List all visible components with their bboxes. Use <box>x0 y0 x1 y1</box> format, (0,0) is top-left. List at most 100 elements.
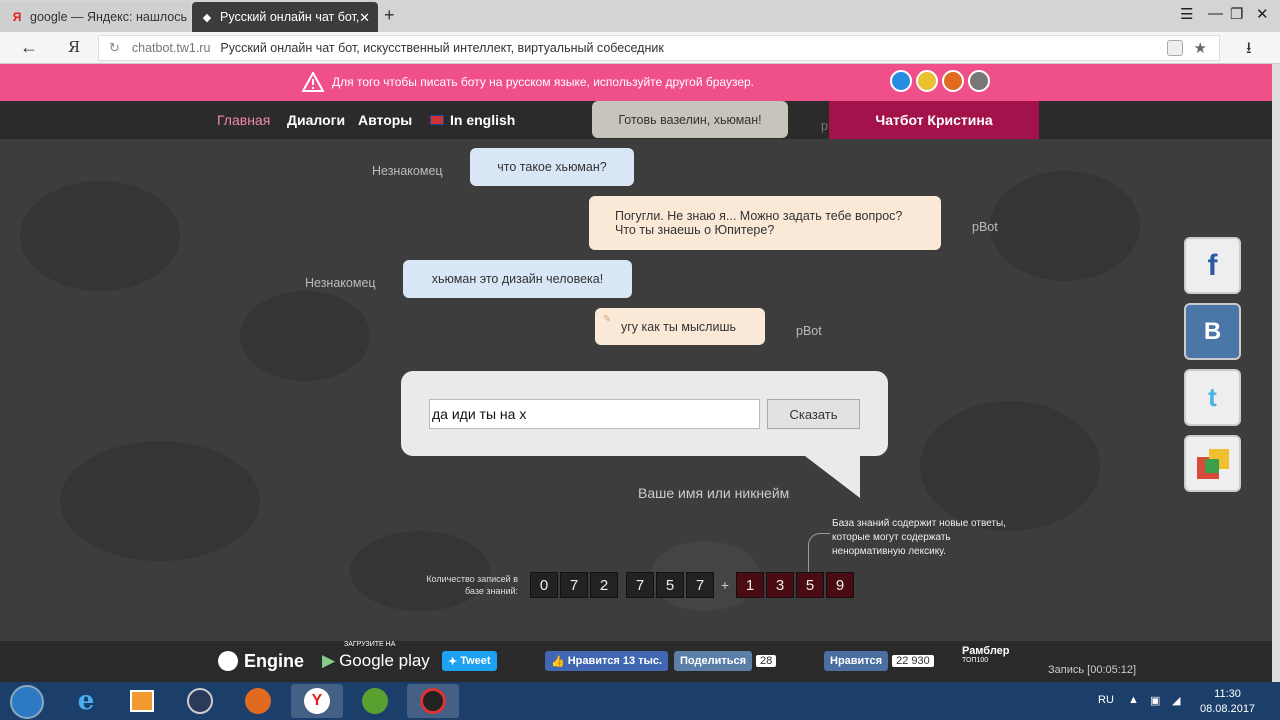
thumbs-up-icon: 👍 <box>551 655 565 668</box>
bot-top-bubble: Готовь вазелин, хьюман! <box>592 101 788 138</box>
vk-icon[interactable]: B <box>1184 303 1241 360</box>
browser-tab-bar: Я google — Яндекс: нашлось ◆ Русский онл… <box>0 0 1280 32</box>
safari-icon[interactable] <box>968 70 990 92</box>
engine-label: Engine <box>244 650 305 671</box>
firefox-icon[interactable] <box>942 70 964 92</box>
google-play-badge[interactable]: ▶ ЗАГРУЗИТЕ НА Google play <box>322 641 430 671</box>
tweet-label: Tweet <box>460 655 491 667</box>
clock-date: 08.08.2017 <box>1200 703 1256 715</box>
rate-icon[interactable]: ✎ <box>603 314 611 325</box>
minimize-icon[interactable]: — <box>1208 5 1223 22</box>
tweet-button[interactable]: ✦ Tweet <box>442 651 497 671</box>
ok-like-button[interactable]: Нравится <box>824 651 889 671</box>
language-indicator[interactable]: RU <box>1098 694 1114 706</box>
counter-digit: 7 <box>686 572 714 598</box>
recording-status: Запись [00:05:12] <box>1048 664 1137 676</box>
bot-message-bubble: ✎ угу как ты мыслишь <box>595 308 765 345</box>
nickname-label[interactable]: Ваше имя или никнейм <box>638 485 789 501</box>
user-message-bubble: что такое хьюман? <box>470 148 634 186</box>
menu-icon[interactable]: ☰ <box>1180 5 1193 23</box>
fb-like-button[interactable]: 👍 Нравится 13 тыс. <box>545 651 669 671</box>
message-author: pBot <box>796 324 822 338</box>
vk-share[interactable]: Поделиться 28 <box>674 651 777 671</box>
message-form: Сказать <box>401 371 888 456</box>
tab-yandex-search[interactable]: Я google — Яндекс: нашлось <box>0 2 190 32</box>
clock-time: 11:30 <box>1214 688 1241 700</box>
utorrent-icon[interactable] <box>349 684 401 718</box>
ie-icon[interactable] <box>890 70 912 92</box>
message-text: хьюман это дизайн человека! <box>431 272 604 286</box>
url-field[interactable]: ↻ chatbot.tw1.ru Русский онлайн чат бот,… <box>98 35 1220 61</box>
start-button[interactable] <box>10 685 44 719</box>
yandex-browser-taskbar-icon[interactable]: Y <box>291 684 343 718</box>
nav-dialogs[interactable]: Диалоги <box>287 112 345 128</box>
tab-label: google — Яндекс: нашлось <box>30 10 187 24</box>
message-input[interactable] <box>429 399 760 429</box>
nav-english[interactable]: In english <box>430 112 515 128</box>
ok-like[interactable]: Нравится 22 930 <box>824 651 934 671</box>
close-tab-icon[interactable]: ✕ <box>359 10 370 26</box>
ok-like-count: 22 930 <box>892 655 934 667</box>
counter-digit: 7 <box>560 572 588 598</box>
message-author: Незнакомец <box>305 276 376 290</box>
nav-home[interactable]: Главная <box>217 112 270 128</box>
engine-logo[interactable]: Engine <box>218 651 304 671</box>
recorder-icon[interactable] <box>407 684 459 718</box>
rambler-top100[interactable]: Рамблер ТОП100 <box>962 645 1010 665</box>
facebook-icon[interactable]: f <box>1184 237 1241 294</box>
nav-english-label: In english <box>450 112 516 128</box>
restore-icon[interactable]: ❐ <box>1230 5 1243 23</box>
browser-warning-bar: Для того чтобы писать боту на русском яз… <box>0 64 1272 101</box>
tab-label: Русский онлайн чат бот, <box>220 10 360 24</box>
cloud-decoration <box>990 171 1140 281</box>
message-text: что такое хьюман? <box>497 160 607 174</box>
cloud-decoration <box>20 181 180 291</box>
message-author: Незнакомец <box>372 164 443 178</box>
chatbot-page: Главная Диалоги Авторы In english p Чатб… <box>0 101 1272 682</box>
bookmark-star-icon[interactable]: ★ <box>1194 39 1207 57</box>
twitter-icon[interactable]: t <box>1184 369 1241 426</box>
system-clock[interactable]: 11:30 08.08.2017 <box>1200 687 1255 717</box>
vk-share-button[interactable]: Поделиться <box>674 651 753 671</box>
new-tab-button[interactable]: + <box>384 5 395 26</box>
message-text: Погугли. Не знаю я... Можно задать тебе … <box>615 209 903 223</box>
yandex-home-button[interactable]: Я <box>68 38 80 56</box>
message-text: Что ты знаешь о Юпитере? <box>615 223 775 237</box>
page-scrollbar[interactable] <box>1272 64 1280 682</box>
vk-share-label: Поделиться <box>680 655 747 667</box>
knowledge-count-label: Количество записей в базе знаний: <box>426 574 518 596</box>
note-connector <box>808 533 830 573</box>
ie-taskbar-icon[interactable]: e <box>60 684 112 718</box>
nav-authors[interactable]: Авторы <box>358 112 412 128</box>
address-bar: ← Я ↻ chatbot.tw1.ru Русский онлайн чат … <box>0 32 1280 64</box>
tab-chatbot[interactable]: ◆ Русский онлайн чат бот, ✕ <box>192 2 378 32</box>
browser-icons <box>890 70 990 92</box>
chatbot-kristina-button[interactable]: Чатбот Кристина <box>829 101 1039 139</box>
volume-icon[interactable]: ◢ <box>1172 694 1180 707</box>
close-window-icon[interactable]: ✕ <box>1256 5 1269 23</box>
windows-taskbar: e Y RU ▲ ▣ ◢ 11:30 08.08.2017 <box>0 682 1280 720</box>
cloud-decoration <box>920 401 1100 531</box>
bubble-text: Готовь вазелин, хьюман! <box>618 112 762 127</box>
media-player-icon[interactable] <box>116 684 168 718</box>
back-arrow-icon[interactable]: ← <box>20 37 38 58</box>
say-button[interactable]: Сказать <box>767 399 860 429</box>
rambler-label: Рамблер <box>962 645 1010 657</box>
share-box-icon[interactable] <box>1184 435 1241 492</box>
yandex-icon: Я <box>12 10 22 24</box>
tray-arrow-icon[interactable]: ▲ <box>1128 694 1139 706</box>
download-icon[interactable]: ⭳ <box>1246 37 1252 64</box>
counter-plus: + <box>720 577 730 593</box>
reload-icon[interactable]: ↻ <box>109 40 120 56</box>
extension-icon[interactable] <box>1167 40 1183 56</box>
network-icon[interactable]: ▣ <box>1150 694 1160 707</box>
url-domain: chatbot.tw1.ru <box>131 41 211 55</box>
firefox-taskbar-icon[interactable] <box>232 684 284 718</box>
cloud-decoration <box>60 441 260 561</box>
chrome-icon[interactable] <box>916 70 938 92</box>
steam-icon[interactable] <box>174 684 226 718</box>
new-counter-digit: 3 <box>766 572 794 598</box>
play-icon: ▶ <box>322 651 336 670</box>
ok-like-label: Нравится <box>830 655 883 667</box>
knowledge-counter: 0 7 2 7 5 7 + 1 3 5 9 <box>530 572 854 598</box>
